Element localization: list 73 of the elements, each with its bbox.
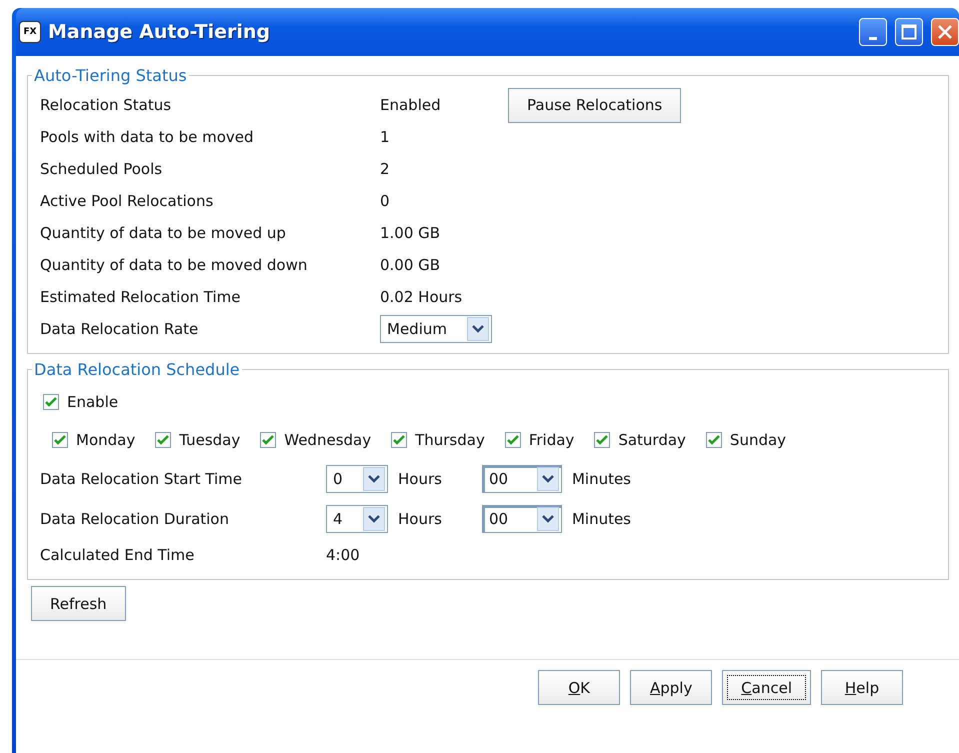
field-label: Relocation Status (40, 96, 172, 114)
checkmark-icon (506, 435, 519, 445)
field-label: Data Relocation Rate (40, 320, 200, 338)
unit-label: Minutes (572, 470, 632, 488)
checkbox-label: Sunday (730, 431, 786, 449)
field-label: Calculated End Time (40, 546, 196, 564)
app-icon: FX (20, 22, 40, 42)
checkbox[interactable] (155, 432, 172, 448)
field-value: Enabled (380, 96, 442, 114)
maximize-button[interactable] (895, 18, 923, 46)
minimize-icon (869, 36, 877, 40)
pause-button[interactable]: Pause Relocations (508, 88, 682, 122)
checkbox[interactable] (504, 432, 521, 448)
window-title: Manage Auto-Tiering (48, 21, 272, 43)
rate-select[interactable]: Medium (380, 315, 492, 343)
field-label: Pools with data to be moved (40, 128, 255, 146)
field-value: 0.02 Hours (380, 288, 464, 306)
checkmark-icon (45, 397, 57, 407)
unit-label: Hours (398, 470, 442, 488)
dialog-button[interactable]: Help (821, 670, 903, 705)
field-label: Data Relocation Duration (40, 510, 230, 528)
checkbox[interactable] (594, 432, 610, 448)
field-value: 0.00 GB (380, 256, 442, 274)
checkbox[interactable] (391, 432, 408, 448)
refresh-button[interactable]: Refresh (31, 586, 126, 621)
checkmark-icon (157, 435, 170, 445)
close-button[interactable] (931, 18, 959, 46)
checkbox[interactable] (260, 432, 276, 448)
checkmark-icon (54, 435, 66, 445)
maximize-icon (901, 24, 917, 40)
field-label: Active Pool Relocations (40, 192, 214, 210)
field-value: 4:00 (326, 546, 361, 564)
field-value: 0 (380, 192, 391, 210)
dialog-button[interactable]: Cancel (722, 670, 811, 705)
minutes-select[interactable]: 00 (482, 465, 562, 493)
minimize-button[interactable] (859, 18, 887, 46)
checkbox-label: Monday (76, 431, 136, 449)
group-title: Auto-Tiering Status (33, 66, 188, 85)
unit-label: Minutes (572, 510, 632, 528)
checkbox-label: Friday (528, 431, 574, 449)
chevron-down-icon (542, 515, 554, 523)
dialog-button[interactable]: Apply (630, 670, 712, 705)
close-icon (937, 24, 953, 40)
checkbox-label: Tuesday (179, 431, 240, 449)
unit-label: Hours (398, 510, 442, 528)
dialog-button[interactable]: OK (538, 670, 620, 705)
chevron-down-icon (368, 475, 380, 483)
checkbox-label: Saturday (618, 431, 686, 449)
checkbox[interactable] (706, 432, 722, 448)
field-value: 1 (380, 128, 391, 146)
checkmark-icon (596, 435, 608, 445)
field-value: 2 (380, 160, 391, 178)
field-label: Quantity of data to be moved up (40, 224, 287, 242)
hours-select[interactable]: 0 (326, 465, 388, 493)
checkbox[interactable] (52, 432, 68, 448)
checkmark-icon (393, 435, 406, 445)
checkbox-label: Enable (67, 393, 118, 411)
checkbox[interactable] (43, 394, 59, 410)
field-label: Data Relocation Start Time (40, 470, 243, 488)
hours-select[interactable]: 4 (326, 505, 388, 533)
chevron-down-icon (368, 515, 380, 523)
field-label: Estimated Relocation Time (40, 288, 242, 306)
field-value: 1.00 GB (380, 224, 442, 242)
field-label: Quantity of data to be moved down (40, 256, 308, 274)
checkbox-label: Wednesday (284, 431, 372, 449)
checkmark-icon (262, 435, 274, 445)
field-label: Scheduled Pools (40, 160, 164, 178)
checkmark-icon (708, 435, 720, 445)
group-title: Data Relocation Schedule (33, 360, 241, 379)
chevron-down-icon (542, 475, 554, 483)
chevron-down-icon (472, 325, 484, 333)
checkbox-label: Thursday (415, 431, 485, 449)
minutes-select[interactable]: 00 (482, 505, 562, 533)
